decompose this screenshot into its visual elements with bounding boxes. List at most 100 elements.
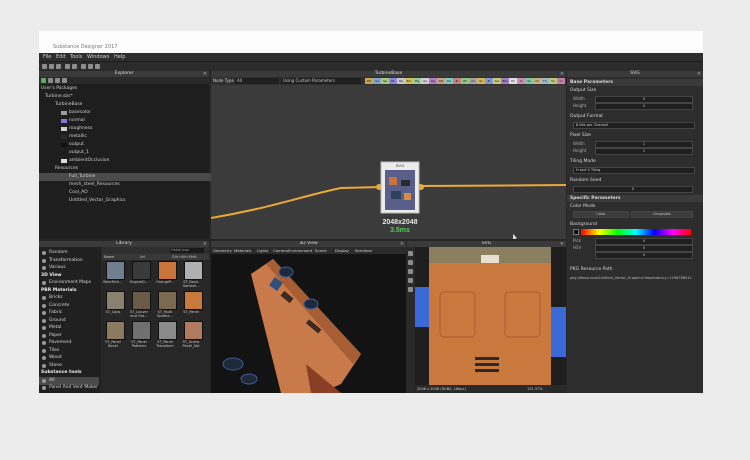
tree-row-output[interactable]: roughness xyxy=(39,125,239,133)
3d-view-menu-renderer[interactable]: Renderer xyxy=(355,248,372,253)
channel-filter-chip[interactable]: Ih xyxy=(453,78,461,84)
channel-filter-chip[interactable]: Hg xyxy=(413,78,421,84)
graph-canvas[interactable]: SVG 2048x2048 3.5ms xyxy=(211,85,566,239)
channel-filter-chip[interactable]: Op xyxy=(397,78,405,84)
background-swatch[interactable] xyxy=(573,229,579,235)
filter-icon[interactable] xyxy=(62,78,67,83)
channel-filter-chip[interactable]: Ds xyxy=(445,78,453,84)
parameters-mode-select[interactable]: Using Custom Parameters xyxy=(281,78,361,84)
random-seed-field[interactable]: 0 xyxy=(573,186,693,193)
channel-filter-chip[interactable]: Am xyxy=(493,78,501,84)
shape-tool-icon[interactable] xyxy=(408,269,413,274)
3d-viewport[interactable] xyxy=(211,254,406,393)
specific-params-header[interactable]: Specific Parameters xyxy=(567,195,703,202)
tree-row-output[interactable]: output_1 xyxy=(39,149,239,157)
tree-row-packages[interactable]: User's Packages xyxy=(39,85,211,93)
library-thumbnail[interactable] xyxy=(106,321,125,340)
hue-slider[interactable] xyxy=(581,229,691,235)
select-tool-icon[interactable] xyxy=(408,251,413,256)
channel-filter-chip[interactable]: Rf xyxy=(461,78,469,84)
2d-canvas[interactable] xyxy=(415,247,566,385)
hsv-field[interactable]: 0 xyxy=(595,245,693,252)
base-params-header[interactable]: Base Parameters xyxy=(567,79,703,86)
channel-filter-chip[interactable]: Tr xyxy=(485,78,493,84)
column-shortcut[interactable]: Ctrl+Alt+Shift xyxy=(172,255,197,259)
tree-row-output[interactable]: ambientOcclusion xyxy=(39,157,239,165)
channel-filter-chip[interactable]: Rg xyxy=(429,78,437,84)
save-icon[interactable] xyxy=(56,64,61,69)
alpha-field[interactable]: 0 xyxy=(595,252,693,259)
channel-filter-chip[interactable]: Sc xyxy=(477,78,485,84)
3d-view-menu-environment[interactable]: Environment xyxy=(288,248,312,253)
new-package-icon[interactable] xyxy=(41,78,46,83)
library-thumbnail[interactable] xyxy=(132,321,151,340)
close-icon[interactable]: × xyxy=(697,71,701,77)
tree-row-graph[interactable]: TurbineBase xyxy=(39,101,225,109)
tree-row-folder[interactable]: Resources xyxy=(39,165,225,173)
node-type-select[interactable]: All xyxy=(235,78,279,84)
tree-row-output[interactable]: normal xyxy=(39,117,239,125)
color-mode-grayscale-button[interactable]: Grayscale xyxy=(631,211,693,218)
settings-icon[interactable] xyxy=(95,64,100,69)
library-thumbnail[interactable] xyxy=(158,291,177,310)
new-icon[interactable] xyxy=(42,64,47,69)
tiling-mode-select[interactable]: H and V Tiling xyxy=(573,167,695,174)
undo-icon[interactable] xyxy=(65,64,70,69)
eyedropper-icon[interactable] xyxy=(408,287,413,292)
channel-filter-chip[interactable]: Sp xyxy=(381,78,389,84)
library-thumbnail[interactable] xyxy=(106,291,125,310)
rgb-field[interactable]: 0 xyxy=(595,238,693,245)
channel-filter-chip[interactable]: Mt xyxy=(437,78,445,84)
tree-row-resource[interactable]: mesh_steel_Resources xyxy=(39,181,239,189)
channel-filter-chip[interactable]: Ao xyxy=(421,78,429,84)
library-thumbnail[interactable] xyxy=(132,291,151,310)
library-thumbnail[interactable] xyxy=(184,321,203,340)
column-url[interactable]: Url xyxy=(140,255,145,259)
menu-windows[interactable]: Windows xyxy=(87,54,109,60)
column-name[interactable]: Name xyxy=(104,255,114,259)
channel-filter-chip[interactable]: Dif xyxy=(365,78,373,84)
pen-tool-icon[interactable] xyxy=(408,260,413,265)
channel-filter-chip[interactable]: Em xyxy=(405,78,413,84)
library-thumbnail[interactable] xyxy=(184,261,203,280)
graph-icon[interactable] xyxy=(81,64,86,69)
save-package-icon[interactable] xyxy=(55,78,60,83)
menu-edit[interactable]: Edit xyxy=(56,54,66,60)
library-thumbnail[interactable] xyxy=(184,291,203,310)
library-thumbnail[interactable] xyxy=(106,261,125,280)
pixel-width-field[interactable]: 1 xyxy=(595,141,693,148)
channel-filter-chip[interactable]: Ss xyxy=(525,78,533,84)
library-thumbnail[interactable] xyxy=(158,321,177,340)
tree-row-package[interactable]: Turbine.sbs* xyxy=(39,93,215,101)
tree-row-output[interactable]: basecolor xyxy=(39,109,239,117)
menu-tools[interactable]: Tools xyxy=(70,54,82,60)
tree-row-output[interactable]: output xyxy=(39,141,239,149)
tree-row-output[interactable]: metallic xyxy=(39,133,239,141)
3d-view-menu-scene[interactable]: Scene xyxy=(315,248,327,253)
3d-view-menu-materials[interactable]: Materials xyxy=(234,248,251,253)
output-width-field[interactable]: 0 xyxy=(595,96,693,103)
output-height-field[interactable]: 0 xyxy=(595,103,693,110)
channel-filter-chip[interactable]: Nr xyxy=(389,78,397,84)
channel-filter-chip[interactable]: Lt xyxy=(517,78,525,84)
pixel-height-field[interactable]: 1 xyxy=(595,148,693,155)
color-mode-color-button[interactable]: Color xyxy=(573,211,629,218)
library-thumbnail[interactable] xyxy=(132,261,151,280)
3d-view-menu-lights[interactable]: Lights xyxy=(257,248,268,253)
channel-filter-chip[interactable]: Pz xyxy=(509,78,517,84)
channel-filter-chip[interactable]: Bm xyxy=(501,78,509,84)
tree-row-resource[interactable]: Full_Turbine xyxy=(39,173,239,181)
channel-filter-chip[interactable]: Cl xyxy=(557,78,565,84)
zoom-level[interactable]: 131.37% xyxy=(527,387,543,391)
tree-row-resource[interactable]: Untitled_Vector_Graphics xyxy=(39,197,239,205)
channel-filter-chip[interactable]: Ct xyxy=(533,78,541,84)
tree-row-resource[interactable]: Cool_AO xyxy=(39,189,239,197)
library-search-input[interactable]: Hokai Icon xyxy=(170,248,204,253)
channel-filter-chip[interactable]: Gl xyxy=(373,78,381,84)
open-package-icon[interactable] xyxy=(48,78,53,83)
channel-filter-chip[interactable]: Ao xyxy=(469,78,477,84)
output-format-select[interactable]: 8 bits per Channel xyxy=(573,122,695,129)
3d-view-menu-display[interactable]: Display xyxy=(335,248,349,253)
function-icon[interactable] xyxy=(88,64,93,69)
channel-filter-chip[interactable]: Fn xyxy=(541,78,549,84)
